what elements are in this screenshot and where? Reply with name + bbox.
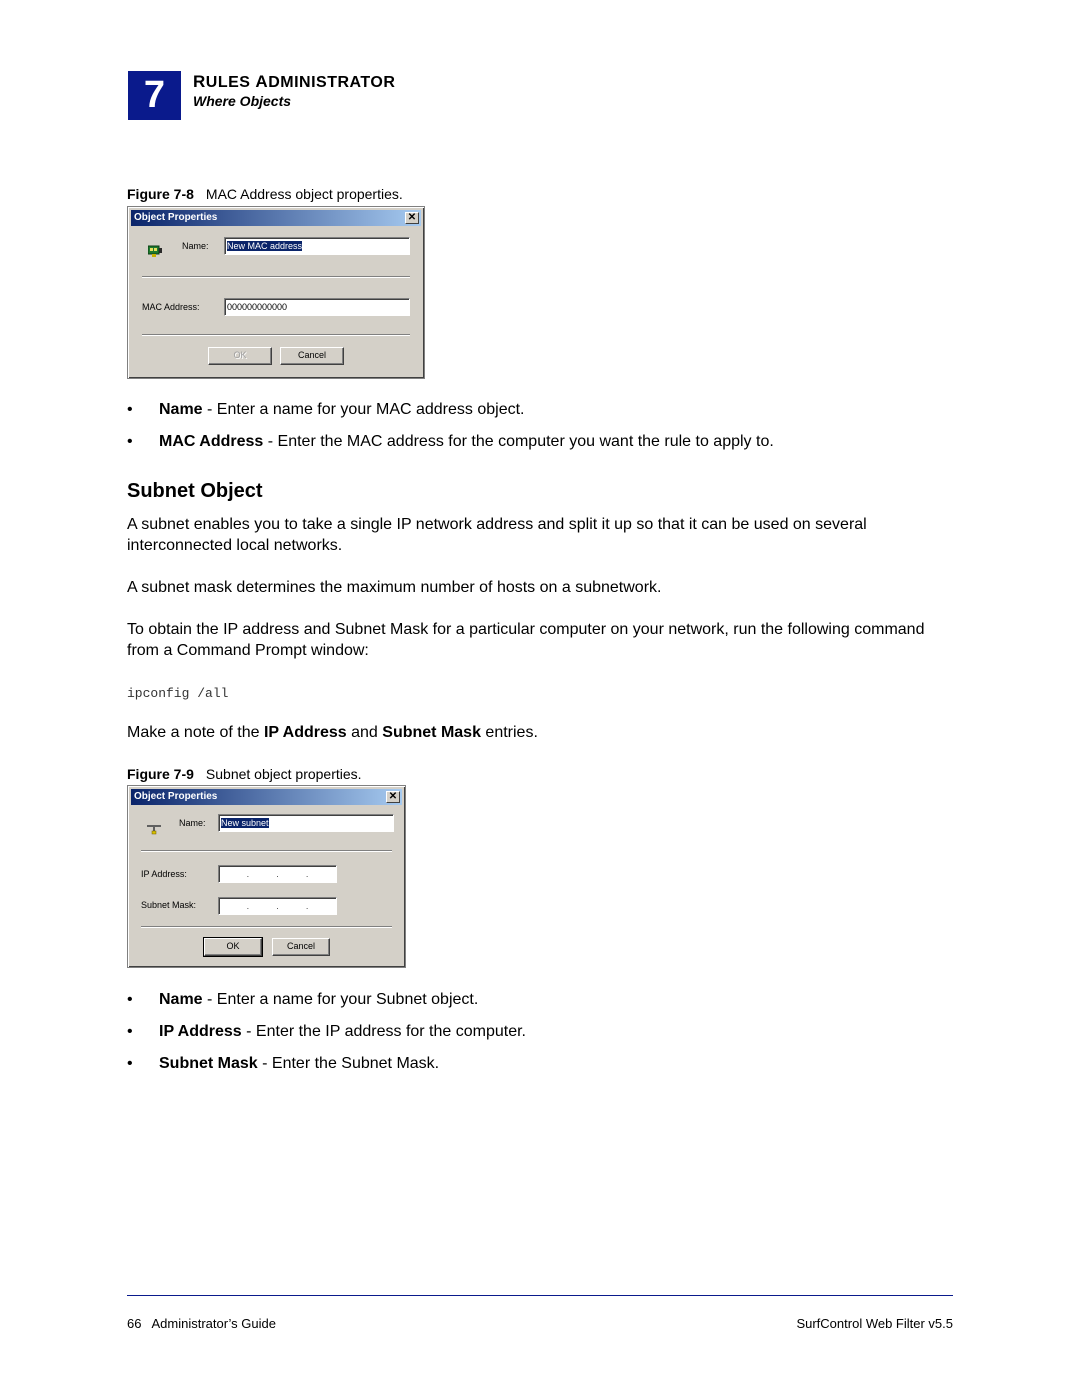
description: - Enter a name for your Subnet object. <box>202 991 479 1008</box>
subnet-mask-label: Subnet Mask: <box>141 900 197 910</box>
dialog-titlebar: Object Properties ✕ <box>131 789 402 805</box>
bold-term: Subnet Mask <box>382 724 481 741</box>
bullet: • <box>127 1023 133 1040</box>
text: Make a note of the <box>127 724 264 741</box>
list-item: • Subnet Mask - Enter the Subnet Mask. <box>127 1055 526 1087</box>
guide-title: Administrator’s Guide <box>151 1316 276 1331</box>
chapter-title-part: DMINISTRATOR <box>268 74 396 91</box>
figure-number: Figure 7-9 <box>127 766 194 782</box>
separator <box>141 850 392 852</box>
subnet-icon <box>147 822 161 840</box>
mac-field-descriptions: • Name - Enter a name for your MAC addres… <box>127 401 774 465</box>
name-input[interactable]: New subnet <box>218 814 394 832</box>
term: Subnet Mask <box>159 1055 258 1072</box>
chapter-title-part: ULES <box>205 74 256 91</box>
cancel-button[interactable]: Cancel <box>280 347 344 365</box>
ip-address-label: IP Address: <box>141 869 187 879</box>
footer-left: 66 Administrator’s Guide <box>127 1316 276 1331</box>
product-name: SurfControl Web Filter v5.5 <box>796 1316 953 1331</box>
dialog-title: Object Properties <box>134 212 218 223</box>
ip-dot: . <box>305 869 309 879</box>
bullet: • <box>127 1055 133 1072</box>
cancel-button[interactable]: Cancel <box>272 938 330 956</box>
ip-dot: . <box>246 869 250 879</box>
mac-address-label: MAC Address: <box>142 302 200 312</box>
list-item: • IP Address - Enter the IP address for t… <box>127 1023 526 1055</box>
mac-address-value: 000000000000 <box>227 302 288 312</box>
chapter-title: RULES ADMINISTRATOR <box>193 72 395 92</box>
description: - Enter the Subnet Mask. <box>257 1055 440 1072</box>
separator <box>142 276 410 278</box>
network-card-icon <box>147 244 162 262</box>
term: Name <box>159 991 203 1008</box>
name-label: Name: <box>182 241 209 251</box>
chapter-title-part: R <box>193 72 206 91</box>
figure-caption-text: MAC Address object properties. <box>205 186 403 202</box>
figure-caption: Figure 7-8 MAC Address object properties. <box>127 186 403 202</box>
footer-divider <box>127 1295 953 1296</box>
figure-caption: Figure 7-9 Subnet object properties. <box>127 766 362 782</box>
close-icon: ✕ <box>388 791 398 802</box>
close-icon: ✕ <box>407 212 417 223</box>
dialog-titlebar: Object Properties ✕ <box>131 210 421 226</box>
bold-term: IP Address <box>263 724 347 741</box>
name-label: Name: <box>179 818 206 828</box>
ip-dot: . <box>246 901 250 911</box>
description: - Enter the MAC address for the computer… <box>263 433 774 450</box>
ok-button[interactable]: OK <box>203 937 263 957</box>
chapter-number-badge: 7 <box>128 71 181 120</box>
dialog-title: Object Properties <box>134 791 218 802</box>
separator <box>141 926 392 928</box>
chapter-title-part: A <box>255 72 269 91</box>
subnet-mask-input[interactable]: ... <box>218 897 337 915</box>
list-item: • Name - Enter a name for your MAC addres… <box>127 401 774 433</box>
list-item: • Name - Enter a name for your Subnet obj… <box>127 991 526 1023</box>
name-input-value: New subnet <box>221 818 269 828</box>
paragraph: A subnet mask determines the maximum num… <box>127 579 662 596</box>
description: - Enter the IP address for the computer. <box>241 1023 526 1040</box>
section-heading: Subnet Object <box>127 480 263 502</box>
ok-button[interactable]: OK <box>208 347 272 365</box>
subnet-field-descriptions: • Name - Enter a name for your Subnet obj… <box>127 991 526 1087</box>
close-button[interactable]: ✕ <box>386 791 400 803</box>
name-input-value: New MAC address <box>227 241 303 251</box>
section-subtitle: Where Objects <box>193 93 292 109</box>
ip-address-input[interactable]: ... <box>218 865 337 883</box>
separator <box>142 334 410 336</box>
paragraph: To obtain the IP address and Subnet Mask… <box>127 621 925 659</box>
text: and <box>346 724 383 741</box>
close-button[interactable]: ✕ <box>405 212 419 224</box>
ip-dot: . <box>276 901 279 911</box>
code-command: ipconfig /all <box>127 686 229 701</box>
ip-dot: . <box>305 901 309 911</box>
text: entries. <box>480 724 538 741</box>
bullet: • <box>127 401 133 418</box>
paragraph: Make a note of the IP Address and Subnet… <box>127 722 957 743</box>
subnet-object-properties-dialog: Object Properties ✕ Name: New subnet IP … <box>127 785 406 968</box>
term: IP Address <box>159 1023 242 1040</box>
bullet: • <box>127 991 133 1008</box>
paragraph: A subnet enables you to take a single IP… <box>127 516 867 554</box>
mac-address-input[interactable]: 000000000000 <box>224 298 410 316</box>
bullet: • <box>127 433 133 450</box>
description: - Enter a name for your MAC address obje… <box>202 401 525 418</box>
term: Name <box>159 401 203 418</box>
ip-dot: . <box>276 869 279 879</box>
figure-number: Figure 7-8 <box>127 186 194 202</box>
figure-caption-text: Subnet object properties. <box>205 766 362 782</box>
mac-object-properties-dialog: Object Properties ✕ Name: New MAC addres… <box>127 206 425 379</box>
term: MAC Address <box>159 433 264 450</box>
page-number: 66 <box>127 1316 142 1331</box>
name-input[interactable]: New MAC address <box>224 237 410 255</box>
list-item: • MAC Address - Enter the MAC address for… <box>127 433 774 465</box>
